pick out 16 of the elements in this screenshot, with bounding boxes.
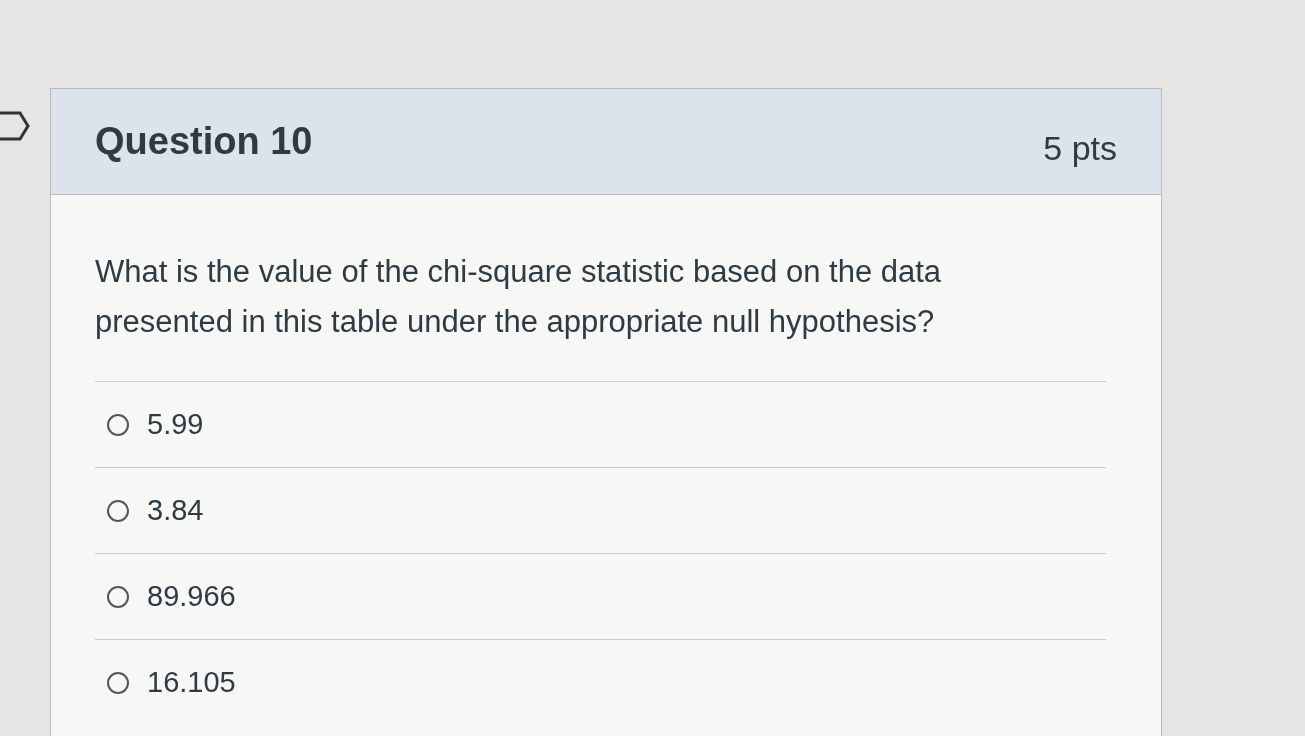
radio-button[interactable] (107, 585, 129, 608)
answer-option[interactable]: 16.105 (95, 639, 1106, 725)
radio-button[interactable] (107, 499, 129, 522)
question-marker-icon (0, 110, 32, 142)
question-text: What is the value of the chi-square statistic based on the data presented in this table under the appropriate null hypothesis? (95, 253, 943, 341)
answer-label: 5.99 (147, 408, 204, 441)
answer-option[interactable]: 89.966 (95, 553, 1106, 639)
answer-label: 89.966 (147, 580, 236, 613)
question-title: Question 10 (95, 120, 313, 163)
answer-option[interactable]: 3.84 (95, 467, 1106, 553)
radio-button[interactable] (107, 413, 129, 436)
question-points: 5 pts (1043, 129, 1117, 168)
answer-label: 3.84 (147, 494, 204, 527)
answer-option[interactable]: 5.99 (95, 381, 1106, 467)
radio-button[interactable] (107, 671, 129, 694)
answer-label: 16.105 (147, 666, 236, 699)
